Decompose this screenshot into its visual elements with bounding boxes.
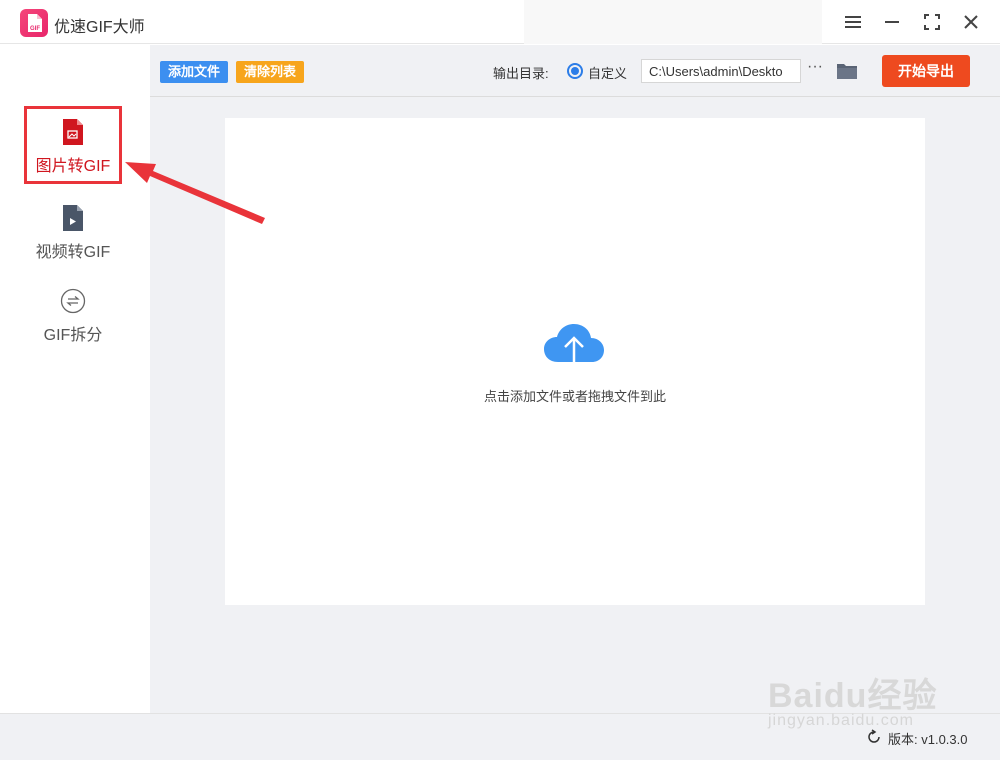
sidebar-item-label: GIF拆分 (43, 327, 103, 344)
output-dir-label: 输出目录: (493, 66, 549, 81)
app-title: 优速GIF大师 (54, 19, 145, 36)
title-bar: GIF 优速GIF大师 (0, 0, 1000, 44)
minimize-button[interactable] (881, 11, 903, 33)
file-drop-area[interactable]: 点击添加文件或者拖拽文件到此 (225, 118, 925, 605)
sidebar-item-video-to-gif[interactable]: 视频转GIF (24, 192, 122, 270)
title-bar-blank-area (524, 0, 822, 44)
sidebar-item-image-to-gif[interactable]: 图片转GIF (24, 106, 122, 184)
maximize-icon (924, 14, 940, 30)
menu-button[interactable] (842, 11, 864, 33)
sidebar-item-gif-split[interactable]: GIF拆分 (24, 275, 122, 353)
maximize-button[interactable] (921, 11, 943, 33)
video-file-icon (63, 205, 83, 231)
more-options-button[interactable]: ··· (807, 58, 823, 76)
watermark-logo: Baidu经验 (768, 677, 938, 715)
start-export-button[interactable]: 开始导出 (882, 55, 970, 87)
clear-list-button[interactable]: 清除列表 (236, 61, 305, 83)
drop-hint-text: 点击添加文件或者拖拽文件到此 (483, 389, 666, 404)
split-icon (60, 288, 86, 314)
close-button[interactable] (960, 11, 982, 33)
sidebar: 图片转GIF 视频转GIF GIF拆分 (0, 45, 150, 713)
folder-icon[interactable] (836, 61, 858, 81)
custom-option-label[interactable]: 自定义 (588, 63, 627, 82)
cloud-upload-icon (544, 324, 604, 374)
watermark-url: jingyan.baidu.com (768, 712, 914, 729)
output-path-input[interactable] (641, 59, 801, 83)
toolbar: 添加文件 清除列表 输出目录: 自定义 ··· 开始导出 (150, 45, 1000, 97)
main-content: 添加文件 清除列表 输出目录: 自定义 ··· 开始导出 点击添加文件或者拖拽文… (150, 45, 1000, 713)
custom-radio-button[interactable] (567, 63, 583, 79)
image-file-icon (63, 119, 83, 145)
sidebar-item-label: 图片转GIF (35, 158, 111, 175)
minimize-icon (885, 21, 899, 23)
menu-icon (845, 16, 861, 28)
app-logo-text: GIF (30, 26, 40, 32)
add-files-button[interactable]: 添加文件 (160, 61, 229, 83)
version-label: 版本: v1.0.3.0 (888, 732, 968, 747)
refresh-icon[interactable] (866, 729, 882, 745)
close-icon (964, 15, 978, 29)
sidebar-item-label: 视频转GIF (35, 244, 111, 261)
app-logo-icon: GIF (20, 9, 48, 37)
